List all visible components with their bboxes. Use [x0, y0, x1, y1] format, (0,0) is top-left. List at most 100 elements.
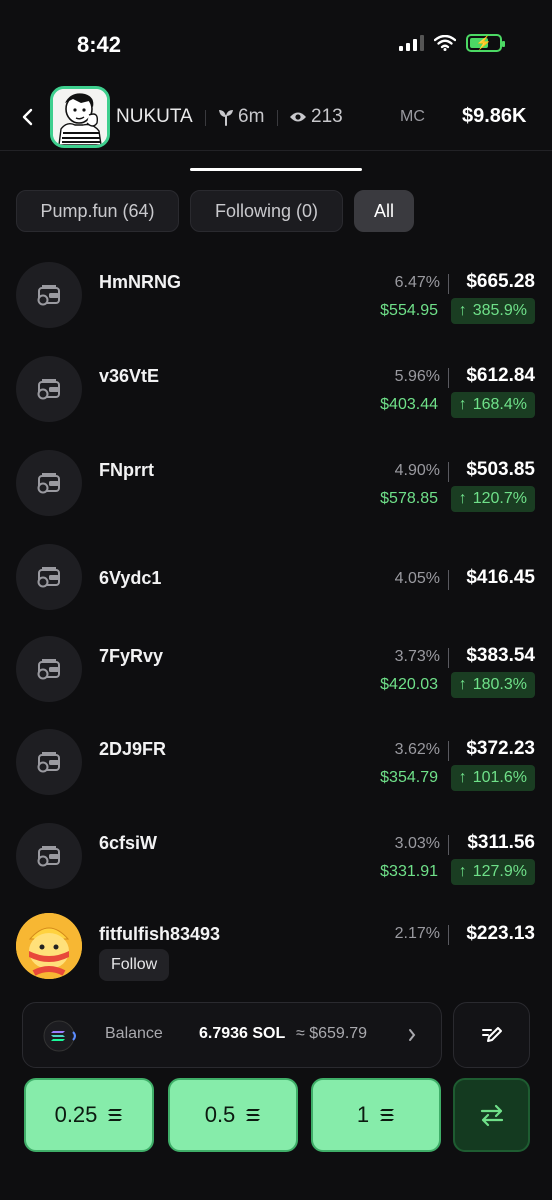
- holder-change-badge: ↑ 127.9%: [450, 859, 535, 885]
- holder-change-badge: ↑ 120.7%: [450, 486, 535, 512]
- eye-icon: [290, 112, 306, 122]
- wallet-icon: [37, 846, 60, 867]
- market-cap-value: $9.86K: [462, 105, 527, 127]
- arrow-up-icon: ↑: [458, 490, 467, 507]
- value-separator: [448, 368, 449, 388]
- header-separator: [205, 110, 206, 126]
- holder-cost: $420.03: [380, 676, 438, 693]
- holder-amount: $665.28: [466, 271, 535, 292]
- cartoon-avatar-image: [16, 913, 82, 979]
- holder-cost: $554.95: [380, 302, 438, 319]
- holder-row[interactable]: HmNRNG 6.47% $665.28 $554.95 ↑ 385.9%: [0, 262, 552, 356]
- value-separator: [448, 925, 449, 945]
- holder-cost: $331.91: [380, 863, 438, 880]
- buy-amount-button[interactable]: 1: [311, 1078, 441, 1152]
- balance-selector[interactable]: Balance 6.7936 SOL ≈ $659.79: [22, 1002, 442, 1068]
- wallet-icon: [37, 752, 60, 773]
- value-separator: [448, 741, 449, 761]
- holder-percent: 4.05%: [394, 570, 440, 587]
- holder-avatar: [16, 913, 82, 979]
- holder-row[interactable]: 6cfsiW 3.03% $311.56 $331.91 ↑ 127.9%: [0, 823, 552, 917]
- active-tab-indicator: [190, 168, 362, 171]
- holder-change-badge: ↑ 385.9%: [450, 298, 535, 324]
- holder-avatar: [16, 356, 82, 422]
- sprout-icon: [219, 110, 233, 126]
- holder-name: HmNRNG: [99, 272, 182, 292]
- holder-avatar: [16, 636, 82, 702]
- signal-icon: [399, 35, 424, 51]
- token-header: NUKUTA 6m 213 MC $9.86K: [0, 86, 552, 150]
- swap-arrows-icon: [480, 1104, 503, 1127]
- holder-cost: $403.44: [380, 396, 438, 413]
- status-icons: ⚡: [399, 34, 505, 52]
- holder-change-badge: ↑ 168.4%: [450, 392, 535, 418]
- trade-panel: Balance 6.7936 SOL ≈ $659.79 0.25 0.5 1: [0, 990, 552, 1200]
- holder-name: 6cfsiW: [99, 833, 158, 853]
- arrow-up-icon: ↑: [458, 302, 467, 319]
- battery-icon: ⚡: [466, 34, 505, 52]
- holder-change-badge: ↑ 180.3%: [450, 672, 535, 698]
- wallet-icon: [37, 659, 60, 680]
- holder-avatar: [16, 729, 82, 795]
- chevron-right-icon: [409, 1029, 416, 1041]
- swap-button[interactable]: [453, 1078, 530, 1152]
- status-time: 8:42: [77, 32, 122, 57]
- holder-amount: $311.56: [467, 832, 535, 853]
- holder-name: fitfulfish83493: [99, 924, 221, 944]
- follow-button[interactable]: Follow: [99, 949, 170, 981]
- holder-amount: $612.84: [466, 365, 535, 386]
- header-divider: [0, 150, 552, 151]
- holder-percent: 5.96%: [394, 368, 440, 385]
- edit-icon: [481, 1027, 502, 1042]
- holder-cost: $578.85: [380, 490, 438, 507]
- value-separator: [448, 462, 449, 482]
- buy-amount-button[interactable]: 0.5: [168, 1078, 298, 1152]
- holder-change-badge: ↑ 101.6%: [450, 765, 535, 791]
- back-chevron-icon[interactable]: [18, 102, 38, 132]
- solana-icon: [108, 1109, 123, 1121]
- holder-row[interactable]: FNprrt 4.90% $503.85 $578.85 ↑ 120.7%: [0, 450, 552, 544]
- token-avatar[interactable]: [50, 86, 110, 148]
- value-separator: [448, 648, 449, 668]
- balance-sol: 6.7936 SOL: [199, 1025, 286, 1042]
- holder-name: 7FyRvy: [99, 646, 164, 666]
- holder-change: 127.9%: [472, 863, 527, 880]
- view-count: 213: [311, 106, 343, 127]
- holder-percent: 2.17%: [394, 925, 440, 942]
- buy-amount-value: 1: [356, 1102, 370, 1127]
- filter-pumpfun[interactable]: Pump.fun (64): [16, 190, 179, 232]
- value-separator: [448, 835, 449, 855]
- status-bar: 8:42 ⚡: [0, 0, 552, 90]
- wallet-icon: [37, 567, 60, 588]
- holder-row[interactable]: 7FyRvy 3.73% $383.54 $420.03 ↑ 180.3%: [0, 636, 552, 730]
- holder-row[interactable]: v36VtE 5.96% $612.84 $403.44 ↑ 168.4%: [0, 356, 552, 450]
- wallet-icon: [37, 379, 60, 400]
- token-avatar-image: [53, 89, 107, 145]
- buy-amount-button[interactable]: 0.25: [24, 1078, 154, 1152]
- filter-all[interactable]: All: [354, 190, 414, 232]
- holder-name: 2DJ9FR: [99, 739, 167, 759]
- holder-change: 168.4%: [472, 396, 527, 413]
- holder-amount: $383.54: [466, 645, 535, 666]
- arrow-up-icon: ↑: [458, 396, 467, 413]
- holder-row[interactable]: 6Vydc1 4.05% $416.45: [0, 544, 552, 638]
- buy-amount-value: 0.25: [54, 1102, 98, 1127]
- holder-row[interactable]: 2DJ9FR 3.62% $372.23 $354.79 ↑ 101.6%: [0, 729, 552, 823]
- holder-change: 385.9%: [472, 302, 527, 319]
- solana-wallet-icon: [43, 1020, 76, 1052]
- holder-avatar: [16, 262, 82, 328]
- balance-label: Balance: [105, 1025, 163, 1042]
- holder-percent: 6.47%: [394, 274, 440, 291]
- holder-change: 101.6%: [472, 769, 527, 786]
- holder-percent: 3.03%: [394, 835, 440, 852]
- holder-avatar: [16, 544, 82, 610]
- holder-percent: 3.73%: [394, 648, 440, 665]
- holder-name: v36VtE: [99, 366, 160, 386]
- value-separator: [448, 570, 449, 590]
- value-separator: [448, 274, 449, 294]
- market-cap-label: MC: [400, 108, 425, 125]
- wallet-icon: [37, 473, 60, 494]
- filter-following[interactable]: Following (0): [190, 190, 343, 232]
- edit-presets-button[interactable]: [453, 1002, 530, 1068]
- arrow-up-icon: ↑: [458, 863, 467, 880]
